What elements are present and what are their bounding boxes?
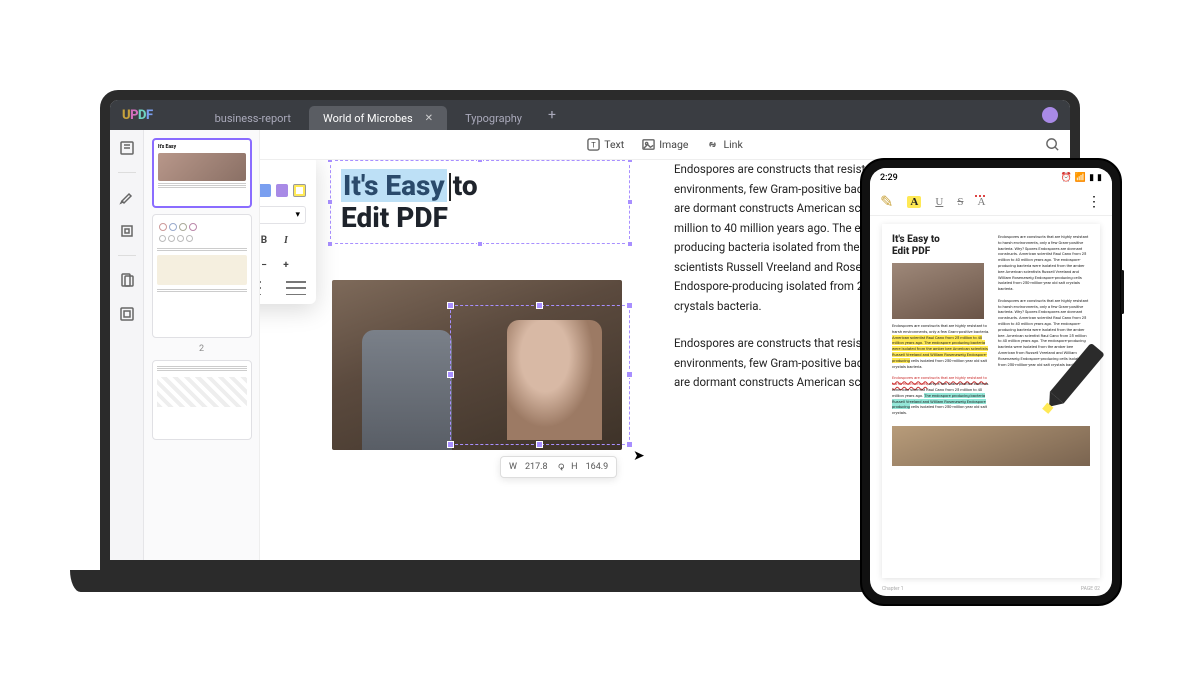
wifi-icon: 📶 bbox=[1075, 173, 1086, 183]
phone-annotation-toolbar: ✎ A U S A ⋮ bbox=[870, 188, 1112, 216]
swatch-blue[interactable] bbox=[260, 184, 271, 197]
edit-toolbar: TText Image Link bbox=[260, 130, 1070, 160]
size-increase-button[interactable]: + bbox=[278, 260, 294, 271]
phone-screen: 2:29 ⏰ 📶 ▮ ▮ ✎ A U S A ⋮ It's Easy toEdi… bbox=[870, 168, 1112, 596]
thumbnail-page-1[interactable]: It's Easy bbox=[152, 138, 252, 208]
phone-time: 2:29 bbox=[880, 173, 898, 183]
tab-world-of-microbes[interactable]: World of Microbes✕ bbox=[309, 106, 447, 130]
phone-page-footer: Chapter 1PAGE 02 bbox=[882, 586, 1100, 592]
search-icon[interactable] bbox=[1045, 137, 1060, 152]
heading-text[interactable]: It's Easyto Edit PDF bbox=[331, 166, 488, 238]
add-tab-button[interactable]: + bbox=[548, 107, 556, 123]
highlight-tool[interactable]: A bbox=[907, 196, 921, 208]
bold-button[interactable]: B bbox=[260, 235, 272, 246]
svg-text:T: T bbox=[591, 140, 596, 149]
panel-title: Text bbox=[260, 165, 306, 176]
highlight-icon[interactable] bbox=[117, 187, 137, 207]
pen-icon[interactable]: ✎ bbox=[880, 192, 893, 211]
swatch-purple[interactable] bbox=[276, 184, 289, 197]
battery-icon: ▮ bbox=[1097, 173, 1102, 183]
tool-rail bbox=[110, 130, 144, 560]
titlebar: UPDF business-report World of Microbes✕ … bbox=[110, 100, 1070, 130]
image-tool-button[interactable]: Image bbox=[642, 138, 688, 151]
thumbnail-number: 2 bbox=[152, 344, 251, 354]
underline-tool[interactable]: U bbox=[935, 196, 943, 208]
text-properties-panel: Text Aa Sen▾ B B bbox=[260, 160, 316, 304]
kebab-menu-icon[interactable]: ⋮ bbox=[1087, 194, 1102, 210]
swatch-custom[interactable] bbox=[293, 184, 306, 197]
edit-icon[interactable] bbox=[117, 221, 137, 241]
squiggly-tool[interactable]: A bbox=[977, 196, 985, 208]
alarm-icon: ⏰ bbox=[1061, 173, 1072, 183]
align-right-button[interactable] bbox=[260, 281, 261, 295]
signal-icon: ▮ bbox=[1089, 173, 1094, 183]
app-logo: UPDF bbox=[122, 108, 153, 123]
crop-icon[interactable] bbox=[117, 304, 137, 324]
reader-mode-icon[interactable] bbox=[117, 138, 137, 158]
page-tools-icon[interactable] bbox=[117, 270, 137, 290]
link-tool-button[interactable]: Link bbox=[706, 138, 742, 151]
cursor-icon: ➤ bbox=[633, 448, 645, 464]
strikethrough-tool[interactable]: S bbox=[957, 196, 963, 208]
thumbnail-page-3[interactable] bbox=[152, 360, 252, 440]
size-tooltip: W217.8 ⟳ H164.9 bbox=[500, 456, 617, 478]
phone-statusbar: 2:29 ⏰ 📶 ▮ ▮ bbox=[870, 168, 1112, 188]
text-tool-button[interactable]: TText bbox=[587, 138, 624, 151]
tab-typography[interactable]: Typography bbox=[451, 106, 536, 130]
phone-frame: 2:29 ⏰ 📶 ▮ ▮ ✎ A U S A ⋮ It's Easy toEdi… bbox=[860, 158, 1122, 606]
align-justify-button[interactable] bbox=[286, 281, 306, 295]
italic-button[interactable]: I bbox=[278, 235, 294, 246]
tab-business-report[interactable]: business-report bbox=[201, 106, 305, 130]
avatar[interactable] bbox=[1042, 107, 1058, 123]
close-icon[interactable]: ✕ bbox=[425, 113, 433, 124]
image-crop-box[interactable] bbox=[450, 305, 630, 445]
font-select[interactable]: Sen▾ bbox=[260, 206, 306, 224]
size-decrease-button[interactable]: − bbox=[260, 260, 272, 271]
color-swatches bbox=[260, 184, 306, 197]
thumbnail-panel: It's Easy 2 bbox=[144, 130, 260, 560]
text-edit-box[interactable]: It's Easyto Edit PDF bbox=[330, 160, 630, 244]
thumbnail-page-2[interactable] bbox=[152, 214, 252, 338]
